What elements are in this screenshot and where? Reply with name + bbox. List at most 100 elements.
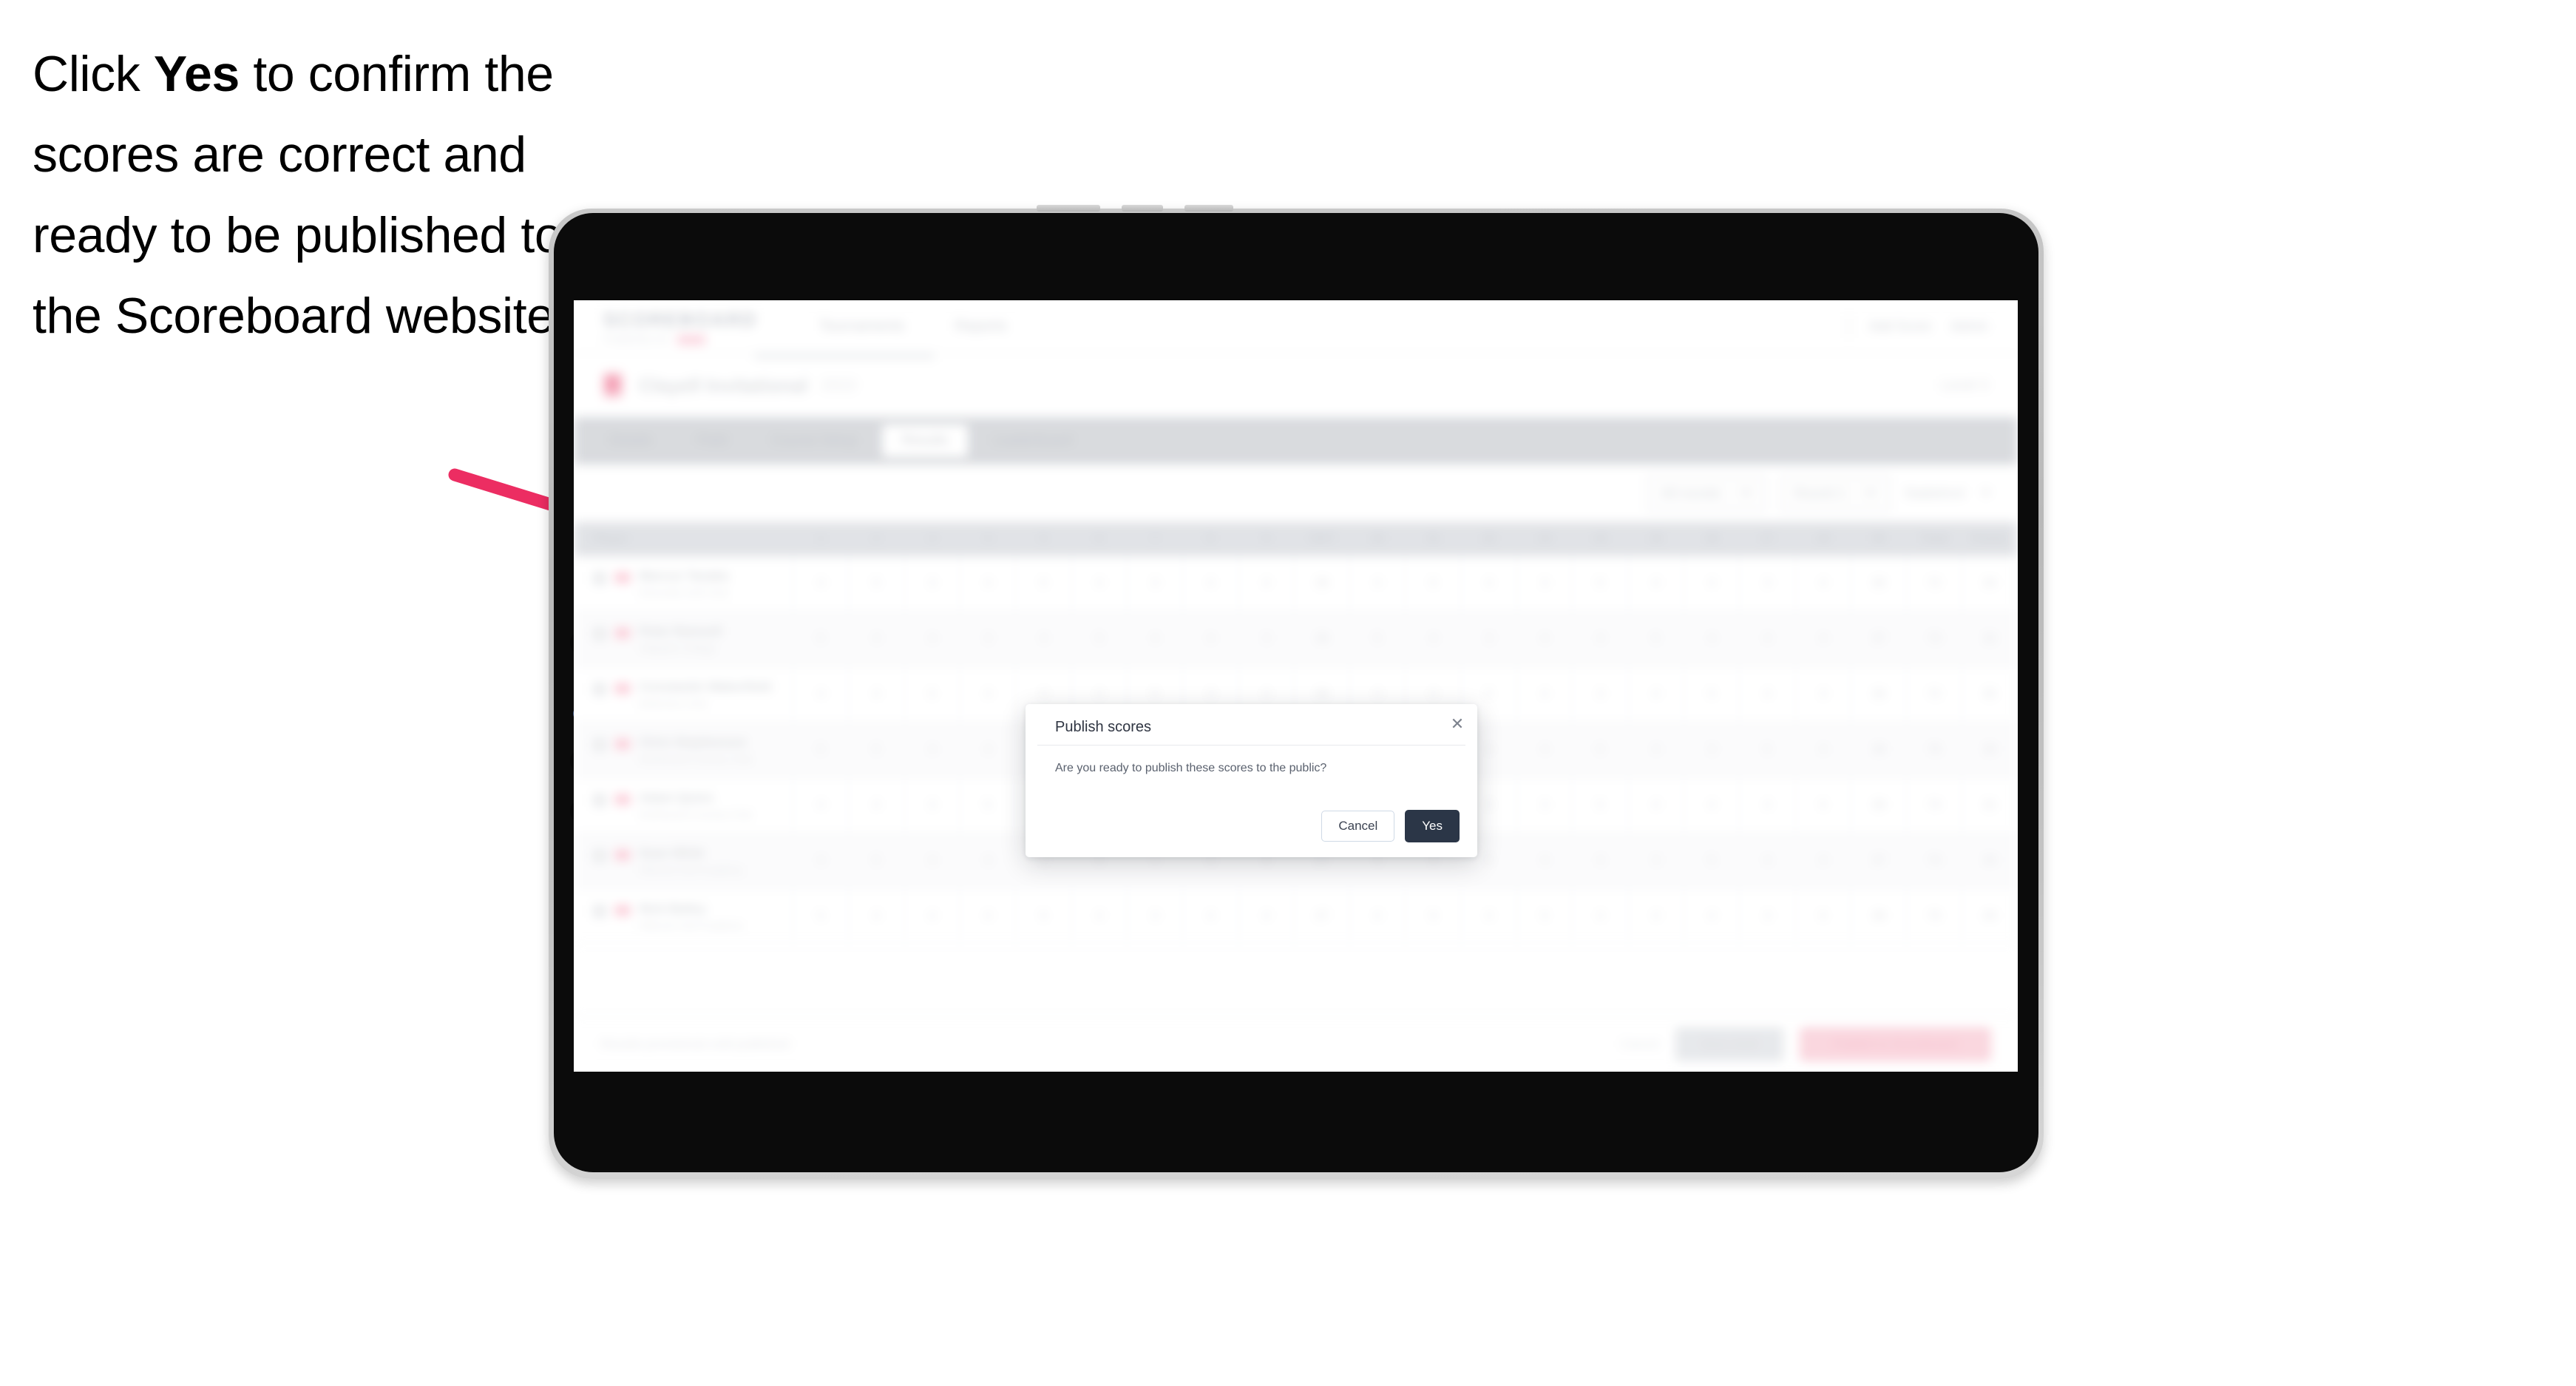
score-cell[interactable]: 5 — [793, 611, 850, 667]
score-cell[interactable]: 4 — [1684, 556, 1741, 612]
score-cell[interactable]: 5 — [1516, 888, 1573, 944]
score-cell[interactable]: 5 — [1795, 888, 1852, 944]
score-cell[interactable]: 4 — [848, 777, 905, 834]
add-score-link[interactable]: Add Score — [1869, 319, 1931, 334]
close-icon[interactable]: ✕ — [1448, 714, 1467, 734]
score-cell[interactable]: 5 — [1572, 722, 1629, 778]
score-cell[interactable]: 4 — [904, 888, 960, 944]
score-cell[interactable]: 3 — [904, 777, 960, 834]
score-cell[interactable]: 3 — [1739, 888, 1796, 944]
score-cell[interactable]: 3 — [1127, 888, 1184, 944]
admin-link[interactable]: Admin — [1950, 319, 1988, 334]
score-cell[interactable]: 5 — [848, 833, 905, 889]
score-cell[interactable]: 5 — [1684, 833, 1741, 889]
score-cell[interactable]: 36 — [1294, 611, 1350, 667]
score-cell[interactable]: 5 — [1405, 888, 1462, 944]
table-row[interactable]: Marcus Tanaka Riverside Golf Club 4 5 3 4 5 4 3 4… — [574, 556, 2018, 612]
score-cell[interactable]: 3 — [1572, 666, 1629, 723]
score-cell[interactable]: 4 — [793, 556, 850, 612]
score-cell[interactable]: 4 — [793, 666, 850, 723]
score-cell[interactable]: 4 — [1795, 722, 1852, 778]
score-cell[interactable]: 4 — [1349, 556, 1406, 612]
score-cell[interactable]: 4 — [904, 722, 960, 778]
row-checkbox[interactable] — [593, 627, 606, 640]
cancel-button[interactable]: Cancel — [1321, 811, 1395, 842]
score-cell[interactable]: 38 — [1851, 777, 1907, 834]
score-cell[interactable]: 3 — [1516, 556, 1573, 612]
score-cell[interactable]: 4 — [1015, 611, 1072, 667]
table-row[interactable]: Peter Ramsell Oakpark College 5 4 4 3 4 5 4 4 3 36 5… — [574, 611, 2018, 667]
volume-up-button[interactable] — [1037, 205, 1100, 212]
score-cell[interactable]: 5 — [1739, 722, 1796, 778]
score-cell[interactable]: 4 — [1795, 556, 1852, 612]
score-cell[interactable]: 76 — [1906, 722, 1962, 778]
score-cell[interactable]: 74 — [1906, 833, 1962, 889]
score-cell[interactable]: 4 — [960, 722, 1017, 778]
score-cell[interactable]: 4 — [1572, 611, 1629, 667]
score-cell[interactable]: 73 — [1906, 611, 1962, 667]
score-cell[interactable]: 32 — [1962, 611, 2018, 667]
score-cell[interactable]: 4 — [1628, 556, 1684, 612]
score-cell[interactable]: 4 — [1684, 888, 1741, 944]
tab-course-setup[interactable]: Course Setup — [752, 425, 876, 457]
yes-button[interactable]: Yes — [1405, 810, 1460, 842]
score-cell[interactable]: 4 — [1516, 666, 1573, 723]
score-cell[interactable]: 5 — [793, 722, 850, 778]
score-cell[interactable]: 37 — [1294, 888, 1350, 944]
score-cell[interactable]: 36 — [1851, 666, 1907, 723]
score-cell[interactable]: 5 — [1015, 888, 1072, 944]
score-cell[interactable]: 4 — [960, 888, 1017, 944]
score-cell[interactable]: 4 — [1628, 777, 1684, 834]
power-button[interactable] — [1184, 205, 1233, 212]
score-cell[interactable]: 3 — [1739, 556, 1796, 612]
score-cell[interactable]: 38 — [1851, 888, 1907, 944]
score-cell[interactable]: 5 — [1071, 611, 1128, 667]
score-cell[interactable]: 4 — [1071, 888, 1128, 944]
score-cell[interactable]: 4 — [793, 833, 850, 889]
row-checkbox[interactable] — [593, 794, 606, 807]
score-cell[interactable]: 3 — [1127, 556, 1184, 612]
score-cell[interactable]: 4 — [848, 611, 905, 667]
score-cell[interactable]: 5 — [904, 666, 960, 723]
score-cell[interactable]: 4 — [960, 833, 1017, 889]
score-cell[interactable]: 4 — [1405, 611, 1462, 667]
score-cell[interactable]: 31 — [1962, 777, 2018, 834]
score-cell[interactable]: 75 — [1906, 888, 1962, 944]
score-cell[interactable]: 4 — [1238, 888, 1295, 944]
score-cell[interactable]: 3 — [1684, 722, 1741, 778]
score-cell[interactable]: 4 — [1739, 777, 1796, 834]
row-checkbox[interactable] — [593, 849, 606, 862]
score-cell[interactable]: 3 — [1238, 611, 1295, 667]
score-cell[interactable]: 33 — [1962, 833, 2018, 889]
score-cell[interactable]: 4 — [1684, 611, 1741, 667]
score-cell[interactable]: 3 — [960, 611, 1017, 667]
score-cell[interactable]: 34 — [1962, 556, 2018, 612]
score-cell[interactable]: 4 — [1238, 556, 1295, 612]
row-checkbox[interactable] — [593, 572, 606, 585]
score-cell[interactable]: 4 — [1628, 722, 1684, 778]
score-cell[interactable]: 5 — [960, 777, 1017, 834]
score-cell[interactable]: 5 — [1572, 556, 1629, 612]
score-cell[interactable]: 4 — [1795, 611, 1852, 667]
score-cell[interactable]: 37 — [1851, 833, 1907, 889]
score-cell[interactable]: 4 — [1739, 666, 1796, 723]
score-cell[interactable]: 5 — [1628, 611, 1684, 667]
score-cell[interactable]: 4 — [848, 666, 905, 723]
score-cell[interactable]: 5 — [1795, 777, 1852, 834]
score-cell[interactable]: 3 — [1628, 833, 1684, 889]
score-cell[interactable]: 4 — [1182, 611, 1239, 667]
row-checkbox[interactable] — [593, 683, 606, 696]
score-cell[interactable]: 4 — [1572, 833, 1629, 889]
score-cell[interactable]: 4 — [848, 888, 905, 944]
score-cell[interactable]: 3 — [1795, 666, 1852, 723]
score-cell[interactable]: 4 — [1516, 833, 1573, 889]
score-cell[interactable]: 36 — [1294, 556, 1350, 612]
score-cell[interactable]: 36 — [1851, 556, 1907, 612]
score-cell[interactable]: 5 — [1684, 666, 1741, 723]
score-cell[interactable]: 4 — [1628, 888, 1684, 944]
tab-results[interactable]: Results — [882, 425, 968, 457]
tab-leaderboard[interactable]: Leaderboard — [974, 425, 1092, 457]
score-cell[interactable]: 4 — [1739, 833, 1796, 889]
filter-format[interactable]: Stableford — [1904, 486, 1991, 501]
save-draft-button[interactable]: Save draft — [1675, 1027, 1783, 1061]
